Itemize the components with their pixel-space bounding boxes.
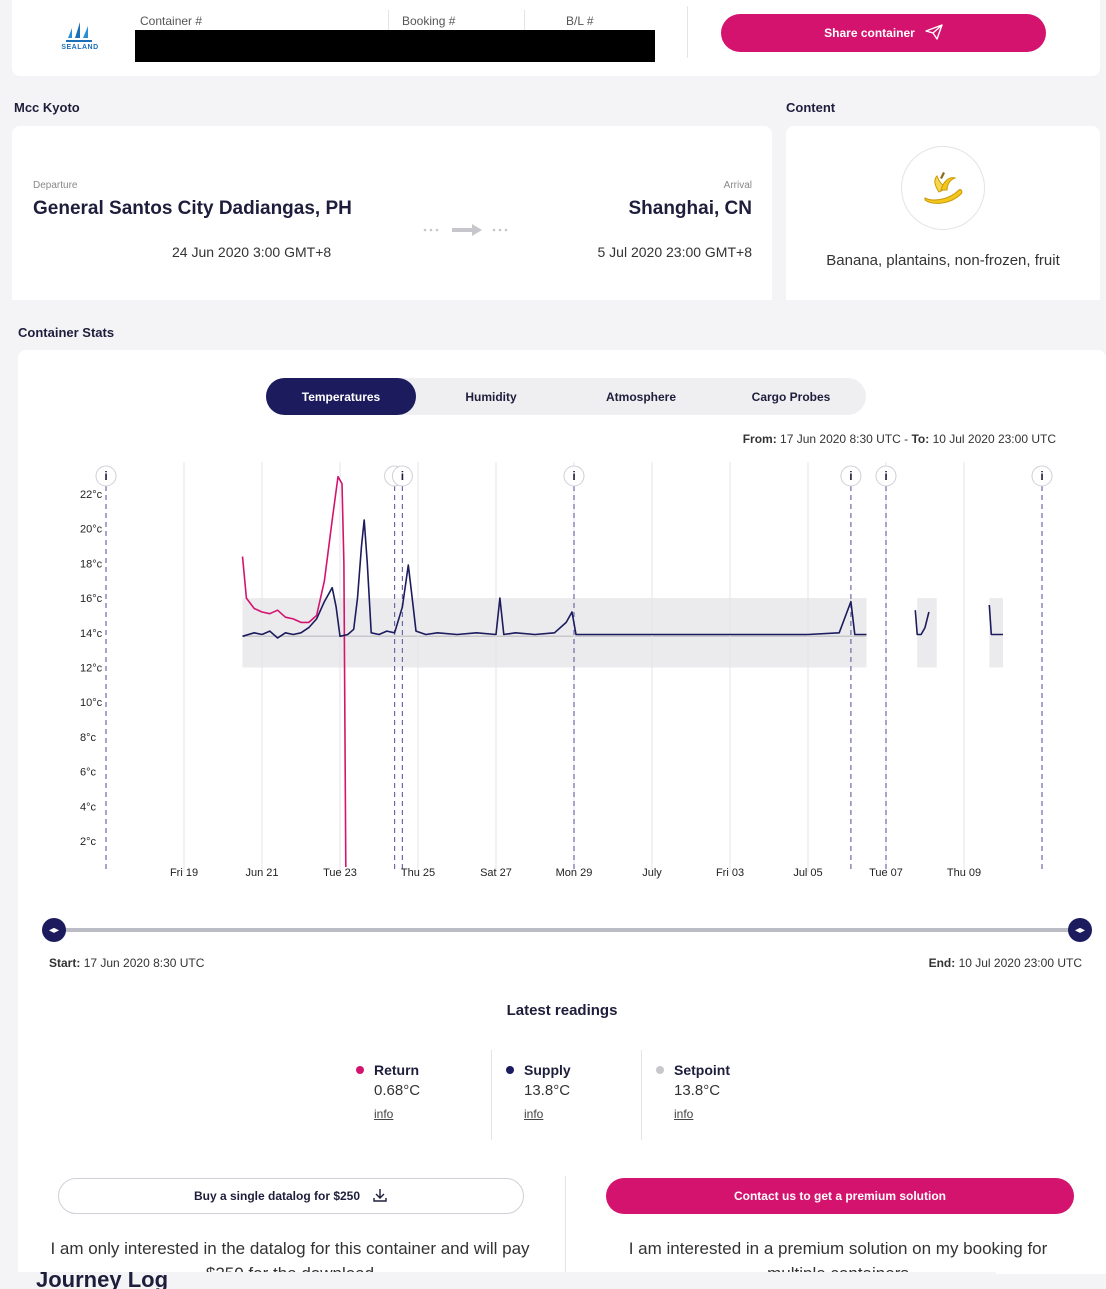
- buy-datalog-button[interactable]: Buy a single datalog for $250: [58, 1178, 524, 1214]
- route-arrow-icon: [422, 222, 512, 243]
- reading-separator: [491, 1050, 492, 1140]
- voyage-card: Departure General Santos City Dadiangas,…: [12, 126, 772, 300]
- x-tick-label: Jul 05: [793, 867, 822, 879]
- info-marker-label: i: [572, 469, 575, 483]
- y-tick-label: 12°c: [80, 663, 103, 675]
- slider-end-label: End: 10 Jul 2020 23:00 UTC: [929, 956, 1082, 970]
- content-title: Content: [786, 100, 836, 115]
- journey-log-title: Journey Log: [36, 1272, 169, 1289]
- header-divider: [687, 6, 688, 58]
- return-dot-icon: [356, 1066, 364, 1074]
- y-tick-label: 22°c: [80, 489, 103, 501]
- redacted-values: [135, 30, 655, 62]
- slider-start-handle[interactable]: ◂▸: [42, 918, 66, 942]
- content-card: Banana, plantains, non-frozen, fruit: [786, 126, 1100, 300]
- journey-log-section: Journey Log: [0, 1272, 996, 1289]
- x-tick-label: Fri 19: [170, 867, 198, 879]
- info-marker-label: i: [849, 469, 852, 483]
- banana-icon: [901, 146, 985, 230]
- reading-value: 13.8°C: [524, 1082, 571, 1099]
- reading-supply: Supply 13.8°C info: [506, 1062, 656, 1121]
- premium-button-label: Contact us to get a premium solution: [733, 1189, 946, 1203]
- x-tick-label: Tue 23: [323, 867, 357, 879]
- y-tick-label: 14°c: [80, 628, 103, 640]
- temperature-chart: iiiiiii22°c20°c18°c16°c14°c12°c10°c8°c6°…: [80, 462, 1053, 879]
- reading-info-link[interactable]: info: [506, 1107, 656, 1121]
- booking-number-label: Booking #: [402, 14, 456, 28]
- arrival-port: Shanghai, CN: [628, 198, 752, 219]
- logo-text: SEALAND: [61, 44, 99, 51]
- departure-label: Departure: [33, 180, 78, 191]
- share-button-label: Share container: [824, 26, 915, 40]
- slider-end-handle[interactable]: ◂▸: [1068, 918, 1092, 942]
- info-marker-label: i: [401, 469, 404, 483]
- info-marker-label: i: [1040, 469, 1043, 483]
- info-marker-label: i: [104, 469, 107, 483]
- arrival-time: 5 Jul 2020 23:00 GMT+8: [597, 244, 753, 260]
- end-label: End:: [928, 956, 956, 970]
- series-line-return: [241, 475, 347, 868]
- buy-button-label: Buy a single datalog for $250: [193, 1189, 361, 1203]
- start-value: 17 Jun 2020 8:30 UTC: [83, 956, 205, 970]
- end-value: 10 Jul 2020 23:00 UTC: [958, 956, 1082, 970]
- bl-number-label: B/L #: [566, 14, 594, 28]
- start-label: Start:: [49, 956, 81, 970]
- y-tick-label: 6°c: [80, 767, 97, 779]
- x-tick-label: Sat 27: [480, 867, 512, 879]
- reading-value: 0.68°C: [374, 1082, 421, 1099]
- x-tick-label: Thu 25: [401, 867, 435, 879]
- stats-card: Temperatures Humidity Atmosphere Cargo P…: [18, 350, 1106, 1283]
- sealand-logo: SEALAND: [50, 10, 110, 60]
- contact-premium-button[interactable]: Contact us to get a premium solution: [606, 1178, 1074, 1214]
- setpoint-dot-icon: [656, 1066, 664, 1074]
- y-tick-label: 8°c: [80, 732, 97, 744]
- container-number-label: Container #: [140, 14, 203, 28]
- stats-title: Container Stats: [18, 325, 115, 340]
- x-tick-label: Jun 21: [245, 867, 278, 879]
- y-tick-label: 16°c: [80, 593, 103, 605]
- container-header: SEALAND Container # Booking # B/L # Shar…: [12, 0, 1100, 76]
- reading-name: Setpoint: [674, 1062, 730, 1078]
- reading-info-link[interactable]: info: [656, 1107, 806, 1121]
- content-description: Banana, plantains, non-frozen, fruit: [826, 252, 1060, 269]
- info-marker-label: i: [884, 469, 887, 483]
- actions-separator: [565, 1176, 566, 1274]
- y-tick-label: 18°c: [80, 558, 103, 570]
- reading-setpoint: Setpoint 13.8°C info: [656, 1062, 806, 1121]
- slider-start-label: Start: 17 Jun 2020 8:30 UTC: [49, 956, 204, 970]
- y-tick-label: 2°c: [80, 836, 97, 848]
- reading-info-link[interactable]: info: [356, 1107, 506, 1121]
- reading-separator: [641, 1050, 642, 1140]
- x-tick-label: Fri 03: [716, 867, 744, 879]
- reading-name: Return: [374, 1062, 420, 1078]
- reading-value: 13.8°C: [674, 1082, 721, 1099]
- paper-plane-icon: [925, 23, 943, 43]
- download-icon: [372, 1187, 388, 1206]
- departure-time: 24 Jun 2020 3:00 GMT+8: [172, 244, 332, 260]
- arrival-label: Arrival: [723, 180, 752, 191]
- supply-dot-icon: [506, 1066, 514, 1074]
- reading-return: Return 0.68°C info: [356, 1062, 506, 1121]
- departure-port: General Santos City Dadiangas, PH: [33, 198, 352, 219]
- vessel-name: Mcc Kyoto: [14, 100, 80, 115]
- x-tick-label: Mon 29: [556, 867, 593, 879]
- y-tick-label: 20°c: [80, 524, 103, 536]
- y-tick-label: 4°c: [80, 801, 97, 813]
- reading-name: Supply: [524, 1062, 571, 1078]
- x-tick-label: Thu 09: [947, 867, 981, 879]
- setpoint-band: [917, 598, 937, 668]
- latest-readings-title: Latest readings: [506, 1002, 618, 1019]
- share-container-button[interactable]: Share container: [721, 14, 1046, 52]
- y-tick-label: 10°c: [80, 697, 103, 709]
- x-tick-label: Tue 07: [869, 867, 903, 879]
- range-slider-track[interactable]: [54, 928, 1082, 932]
- x-tick-label: July: [642, 867, 662, 879]
